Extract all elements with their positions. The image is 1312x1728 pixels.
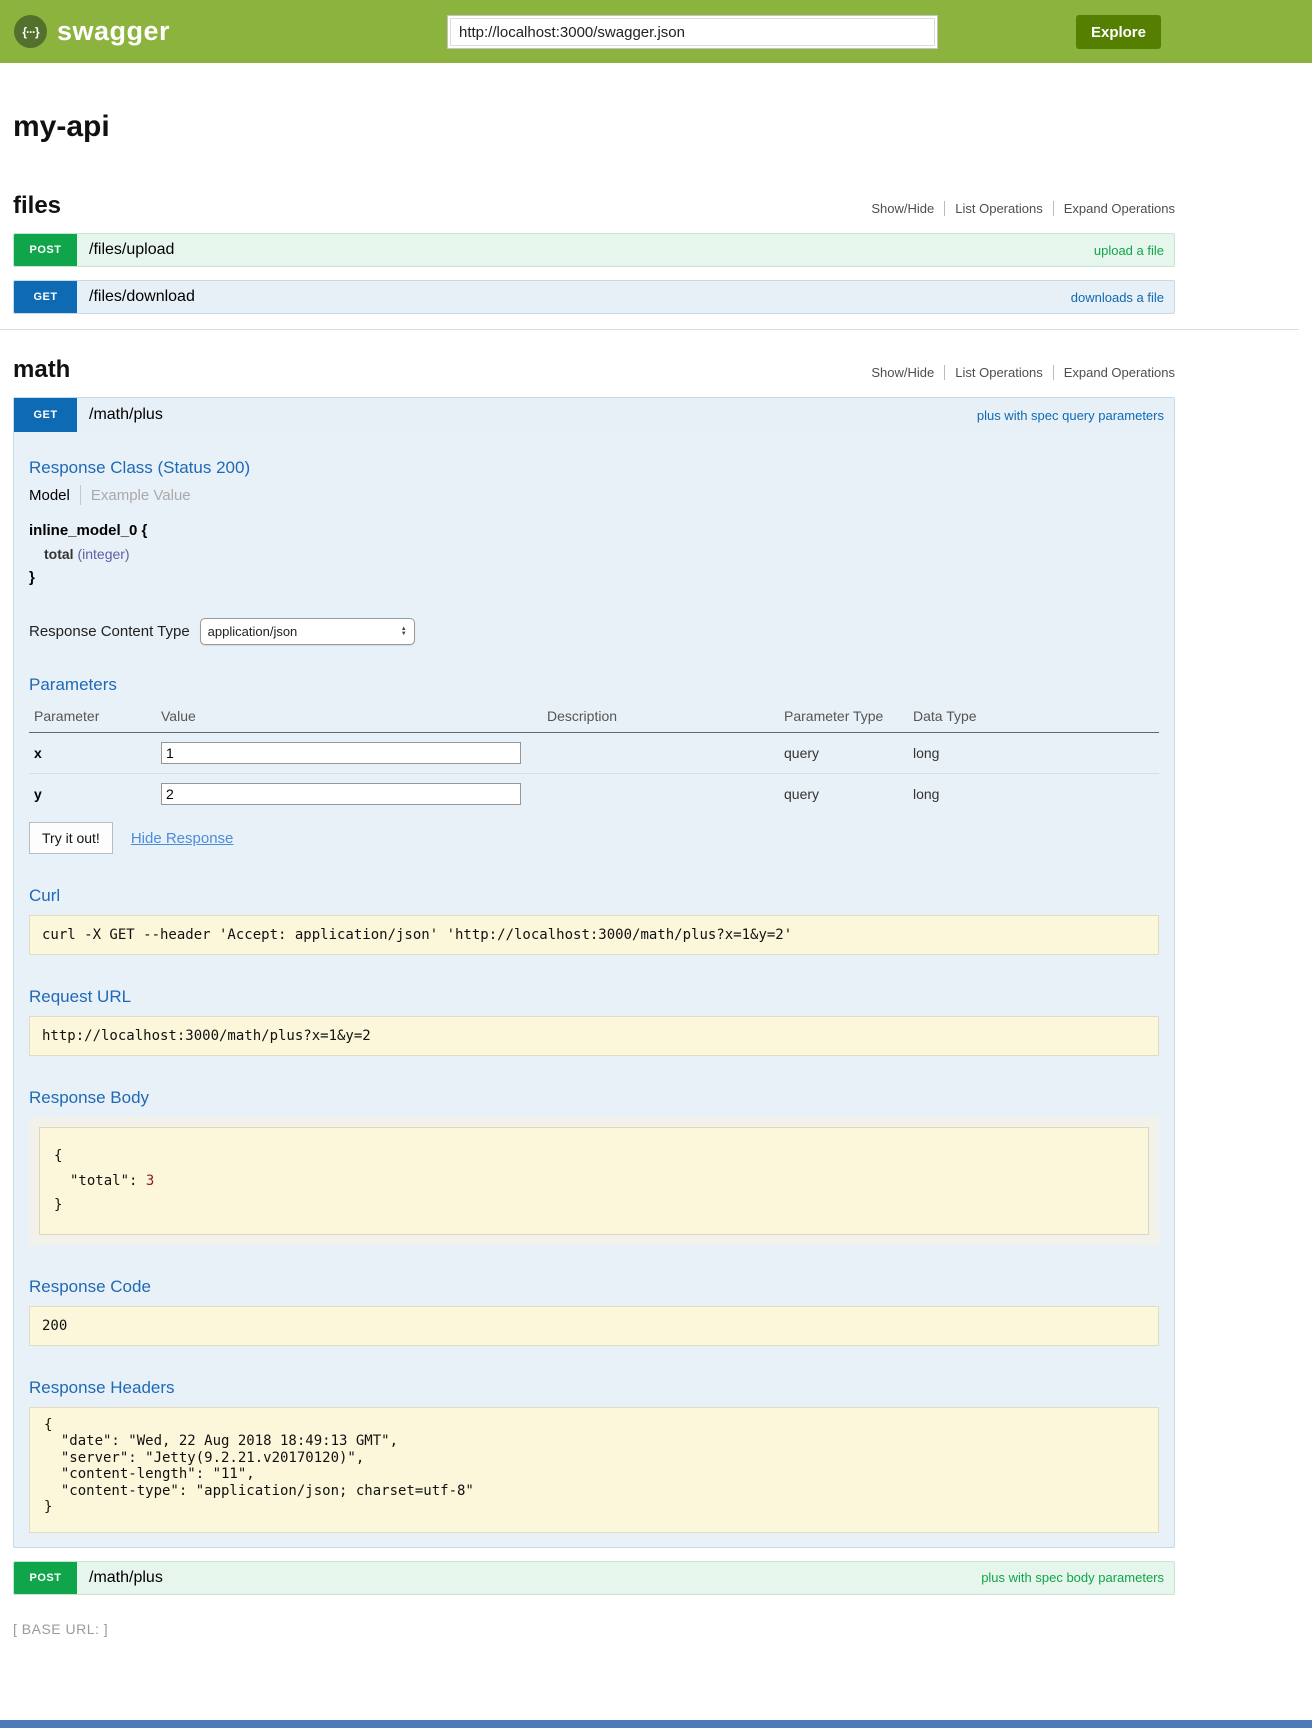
math-expand-operations-link[interactable]: Expand Operations: [1053, 365, 1175, 380]
files-expand-operations-link[interactable]: Expand Operations: [1053, 201, 1175, 216]
files-section-controls: Show/Hide List Operations Expand Operati…: [861, 201, 1175, 216]
curl-heading: Curl: [29, 886, 1159, 906]
api-url-input[interactable]: [450, 18, 935, 46]
base-url-footer: [ BASE URL: ]: [13, 1621, 1312, 1637]
response-headers-json: { "date": "Wed, 22 Aug 2018 18:49:13 GMT…: [29, 1407, 1159, 1533]
column-value: Value: [156, 703, 542, 733]
math-show-hide-link[interactable]: Show/Hide: [861, 365, 944, 380]
json-close-brace: }: [54, 1193, 1134, 1218]
response-body-container: { "total": 3 }: [29, 1117, 1159, 1245]
math-section-title: math: [13, 356, 70, 384]
tab-model[interactable]: Model: [29, 487, 70, 504]
column-parameter-type: Parameter Type: [779, 703, 908, 733]
files-section-header: files Show/Hide List Operations Expand O…: [13, 192, 1175, 220]
param-name: x: [29, 733, 156, 774]
operation-header-get-math-plus[interactable]: GET /math/plus plus with spec query para…: [14, 398, 1174, 432]
select-arrows-icon: ▲▼: [401, 627, 407, 637]
operation-summary[interactable]: downloads a file: [1071, 290, 1164, 305]
parameters-table: Parameter Value Description Parameter Ty…: [29, 703, 1159, 814]
content-type-selected-value: application/json: [208, 624, 298, 639]
operation-panel-get-math-plus: GET /math/plus plus with spec query para…: [13, 397, 1175, 1548]
param-type: query: [779, 733, 908, 774]
operation-path[interactable]: /math/plus: [89, 1569, 163, 1587]
json-key: "total":: [70, 1173, 146, 1189]
parameter-row-y: y query long: [29, 774, 1159, 815]
param-description: [542, 774, 779, 815]
response-headers-heading: Response Headers: [29, 1378, 1159, 1398]
get-method-badge: GET: [14, 398, 77, 432]
model-tabs: Model Example Value: [29, 485, 1159, 505]
model-property-type: (integer): [77, 546, 129, 562]
operation-summary[interactable]: plus with spec body parameters: [981, 1570, 1164, 1585]
brand-title: swagger: [57, 16, 170, 47]
operation-row-post-math-plus[interactable]: POST /math/plus plus with spec body para…: [13, 1561, 1175, 1595]
param-x-value-input[interactable]: [161, 742, 521, 764]
operation-summary[interactable]: upload a file: [1094, 243, 1164, 258]
param-data-type: long: [908, 733, 1159, 774]
tab-separator: [80, 485, 81, 505]
request-url-heading: Request URL: [29, 987, 1159, 1007]
param-type: query: [779, 774, 908, 815]
api-url-field-wrap: [447, 15, 938, 49]
section-divider: [0, 329, 1299, 330]
response-body-json: { "total": 3 }: [39, 1127, 1149, 1235]
header-bar: {···} swagger Explore: [0, 0, 1312, 63]
post-method-badge: POST: [14, 1562, 77, 1594]
param-name: y: [29, 774, 156, 815]
operation-path[interactable]: /files/download: [89, 288, 195, 306]
response-code-value: 200: [29, 1306, 1159, 1346]
parameter-row-x: x query long: [29, 733, 1159, 774]
column-data-type: Data Type: [908, 703, 1159, 733]
model-name: inline_model_0 {: [29, 522, 1159, 539]
files-list-operations-link[interactable]: List Operations: [944, 201, 1052, 216]
hide-response-link[interactable]: Hide Response: [131, 830, 234, 847]
operation-row-get-files-download[interactable]: GET /files/download downloads a file: [13, 280, 1175, 314]
response-code-heading: Response Code: [29, 1277, 1159, 1297]
param-y-value-input[interactable]: [161, 783, 521, 805]
request-url-value: http://localhost:3000/math/plus?x=1&y=2: [29, 1016, 1159, 1056]
model-property-name: total: [44, 546, 74, 562]
param-data-type: long: [908, 774, 1159, 815]
files-show-hide-link[interactable]: Show/Hide: [861, 201, 944, 216]
swagger-logo[interactable]: {···} swagger: [14, 15, 170, 48]
json-number-value: 3: [146, 1173, 154, 1189]
math-list-operations-link[interactable]: List Operations: [944, 365, 1052, 380]
operation-path[interactable]: /files/upload: [89, 241, 174, 259]
operation-path[interactable]: /math/plus: [89, 406, 163, 424]
response-class-heading: Response Class (Status 200): [29, 458, 1159, 478]
model-close-brace: }: [29, 569, 1159, 586]
tab-example-value[interactable]: Example Value: [91, 487, 191, 504]
model-signature: inline_model_0 { total (integer) }: [29, 522, 1159, 586]
files-section-title: files: [13, 192, 61, 220]
try-it-out-button[interactable]: Try it out!: [29, 822, 113, 854]
json-open-brace: {: [54, 1144, 1134, 1169]
operation-row-post-files-upload[interactable]: POST /files/upload upload a file: [13, 233, 1175, 267]
parameters-header-row: Parameter Value Description Parameter Ty…: [29, 703, 1159, 733]
bottom-blue-bar: [0, 1720, 1312, 1728]
column-parameter: Parameter: [29, 703, 156, 733]
operation-content: Response Class (Status 200) Model Exampl…: [14, 432, 1174, 1547]
parameters-heading: Parameters: [29, 675, 1159, 695]
param-description: [542, 733, 779, 774]
math-section-header: math Show/Hide List Operations Expand Op…: [13, 356, 1175, 384]
column-description: Description: [542, 703, 779, 733]
curl-command: curl -X GET --header 'Accept: applicatio…: [29, 915, 1159, 955]
response-body-heading: Response Body: [29, 1088, 1159, 1108]
post-method-badge: POST: [14, 234, 77, 266]
swagger-braces-icon: {···}: [14, 15, 47, 48]
content-type-select[interactable]: application/json ▲▼: [200, 618, 415, 645]
math-section-controls: Show/Hide List Operations Expand Operati…: [861, 365, 1175, 380]
page-title: my-api: [13, 110, 1175, 144]
explore-button[interactable]: Explore: [1076, 15, 1161, 49]
get-method-badge: GET: [14, 281, 77, 313]
operation-summary[interactable]: plus with spec query parameters: [977, 408, 1164, 423]
response-content-type-label: Response Content Type: [29, 623, 190, 640]
